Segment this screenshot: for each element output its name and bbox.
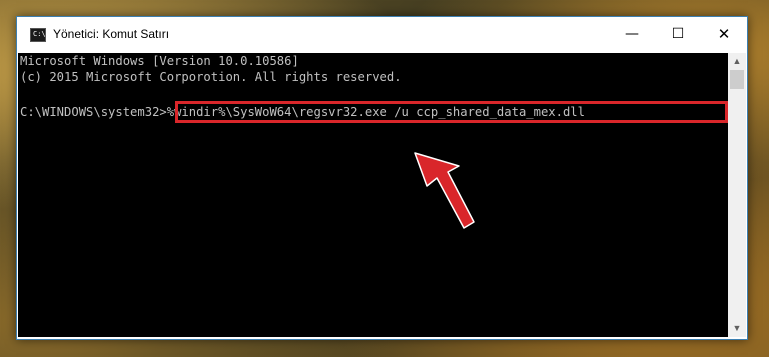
console-area[interactable]: Microsoft Windows [Version 10.0.10586] (… [18,53,728,337]
red-arrow-icon [414,152,475,229]
scroll-thumb[interactable] [730,70,744,89]
vertical-scrollbar[interactable]: ▲ ▼ [728,53,746,337]
command-prompt-window: C:\ Yönetici: Komut Satırı — ☐ ✕ Microso… [16,16,748,340]
scroll-up-icon[interactable]: ▲ [728,53,746,70]
close-button[interactable]: ✕ [701,17,747,51]
maximize-button[interactable]: ☐ [655,17,701,51]
window-title: Yönetici: Komut Satırı [53,27,170,41]
cmd-icon: C:\ [30,28,46,42]
title-bar[interactable]: C:\ Yönetici: Komut Satırı — ☐ ✕ [17,17,747,53]
scroll-down-icon[interactable]: ▼ [728,320,746,337]
minimize-button[interactable]: — [609,17,655,51]
